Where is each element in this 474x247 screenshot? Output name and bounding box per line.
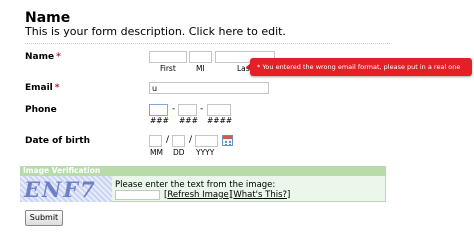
phone-area-input[interactable] — [149, 104, 168, 116]
phone-line-input[interactable] — [207, 104, 231, 116]
date-separator: / — [189, 135, 193, 145]
middle-initial-input[interactable] — [189, 51, 212, 63]
dob-year-sublabel: YYYY — [196, 148, 215, 157]
phone-area-sublabel: ### — [150, 116, 169, 125]
dob-month-sublabel: MM — [150, 148, 163, 157]
first-name-input[interactable] — [149, 51, 187, 63]
phone-line-sublabel: #### — [207, 116, 233, 125]
required-mark: * — [54, 83, 60, 93]
captcha-text: ENF7 — [24, 177, 97, 202]
whats-this-link[interactable]: [What's This?] — [230, 190, 290, 200]
first-sublabel: First — [160, 64, 176, 73]
middle-sublabel: MI — [196, 64, 205, 73]
name-label-text: Name — [25, 52, 55, 62]
submit-button[interactable]: Submit — [25, 210, 63, 226]
image-verification-header: Image Verification — [20, 166, 386, 176]
name-label: Name * — [25, 52, 61, 63]
calendar-icon[interactable] — [222, 135, 233, 146]
form-description[interactable]: This is your form description. Click her… — [25, 25, 286, 38]
captcha-input[interactable] — [115, 190, 160, 200]
dob-day-input[interactable] — [172, 135, 185, 147]
email-error-tooltip: * You entered the wrong email format, pl… — [250, 58, 472, 76]
dob-month-input[interactable] — [149, 135, 162, 147]
email-label-text: Email — [25, 83, 53, 93]
dob-year-input[interactable] — [195, 135, 218, 147]
phone-label: Phone — [25, 105, 57, 115]
captcha-image: ENF7 — [20, 176, 112, 202]
header-divider — [25, 43, 390, 44]
dob-day-sublabel: DD — [173, 148, 185, 157]
phone-prefix-sublabel: ### — [179, 116, 198, 125]
refresh-image-link[interactable]: [Refresh Image] — [164, 190, 232, 200]
whats-this-link-text[interactable]: What's This? — [233, 190, 287, 200]
dob-label: Date of birth — [25, 136, 90, 146]
required-mark: * — [56, 52, 61, 62]
phone-separator: - — [172, 104, 176, 114]
phone-prefix-input[interactable] — [178, 104, 197, 116]
captcha-instruction: Please enter the text from the image: — [115, 180, 276, 190]
email-label: Email * — [25, 83, 60, 94]
email-input[interactable] — [149, 82, 269, 94]
date-separator: / — [166, 135, 170, 145]
refresh-image-link-text[interactable]: Refresh Image — [167, 190, 228, 200]
phone-separator: - — [200, 104, 204, 114]
